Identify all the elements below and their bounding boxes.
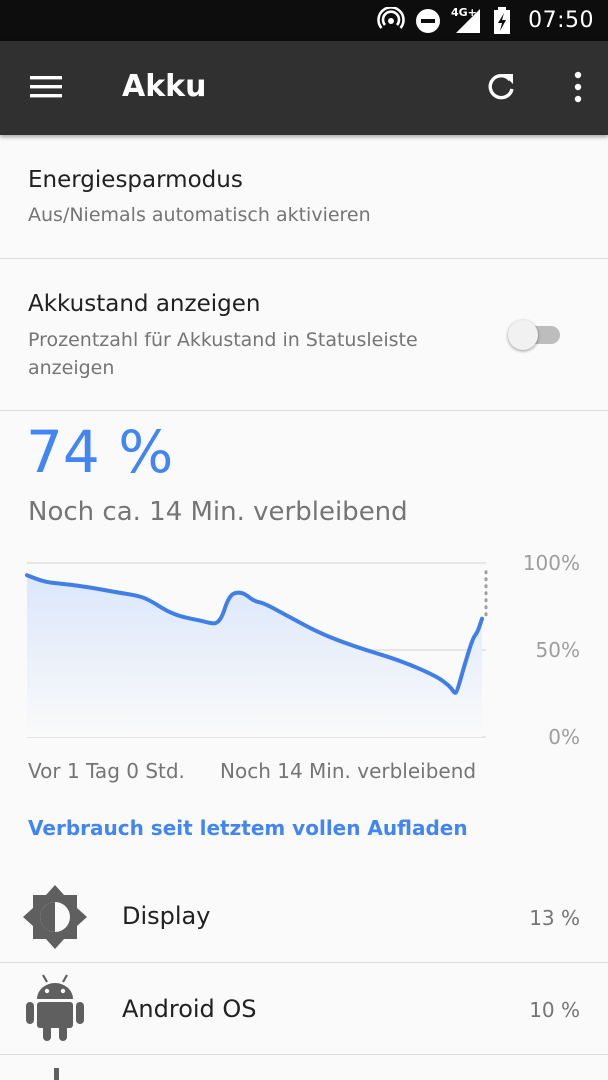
x-label-start: Vor 1 Tag 0 Std. (28, 759, 185, 783)
status-bar: 4G+ 07:50 (0, 0, 608, 41)
battery-percent-toggle[interactable] (508, 320, 564, 350)
signal-icon (456, 9, 480, 33)
battery-remaining: Noch ca. 14 Min. verbleibend (28, 497, 408, 527)
pref-title: Energiesparmodus (28, 167, 243, 193)
hotspot-icon (377, 7, 405, 29)
app-percent: 10 % (529, 998, 580, 1022)
y-tick-label-50: 50% (536, 638, 580, 662)
partial-app-icon (54, 1068, 59, 1080)
list-item-display[interactable]: Display 13 % (0, 872, 608, 962)
app-percent: 13 % (529, 906, 580, 930)
y-tick-label-0: 0% (548, 725, 580, 745)
pref-subtitle-line2: anzeigen (28, 357, 115, 379)
refresh-icon[interactable] (484, 70, 518, 104)
pref-subtitle-line1: Prozentzahl für Akkustand in Statusleist… (28, 329, 418, 351)
toggle-thumb (508, 320, 538, 350)
battery-charging-icon (494, 7, 510, 34)
battery-level: 74 % (26, 418, 174, 486)
page-title: Akku (122, 69, 207, 104)
brightness-icon (23, 885, 87, 949)
app-bar: Akku (0, 41, 608, 135)
y-tick-label-100: 100% (523, 551, 580, 575)
list-item-android-os[interactable]: Android OS 10 % (0, 963, 608, 1053)
battery-history-chart: 100% 50% 0% (25, 551, 580, 745)
app-name: Android OS (122, 995, 257, 1023)
do-not-disturb-icon (416, 9, 440, 33)
divider (0, 1054, 608, 1055)
android-icon (26, 974, 84, 1041)
pref-title: Akkustand anzeigen (28, 291, 261, 317)
divider (0, 410, 608, 411)
more-options-icon[interactable] (572, 70, 584, 104)
pref-battery-saver[interactable]: Energiesparmodus Aus/Niemals automatisch… (0, 135, 608, 258)
usage-since-full-charge-link[interactable]: Verbrauch seit letztem vollen Aufladen (28, 816, 468, 840)
app-name: Display (122, 902, 211, 930)
x-label-end: Noch 14 Min. verbleibend (220, 759, 477, 783)
menu-icon[interactable] (30, 74, 64, 100)
pref-subtitle: Aus/Niemals automatisch aktivieren (28, 204, 371, 226)
status-time: 07:50 (528, 8, 594, 33)
